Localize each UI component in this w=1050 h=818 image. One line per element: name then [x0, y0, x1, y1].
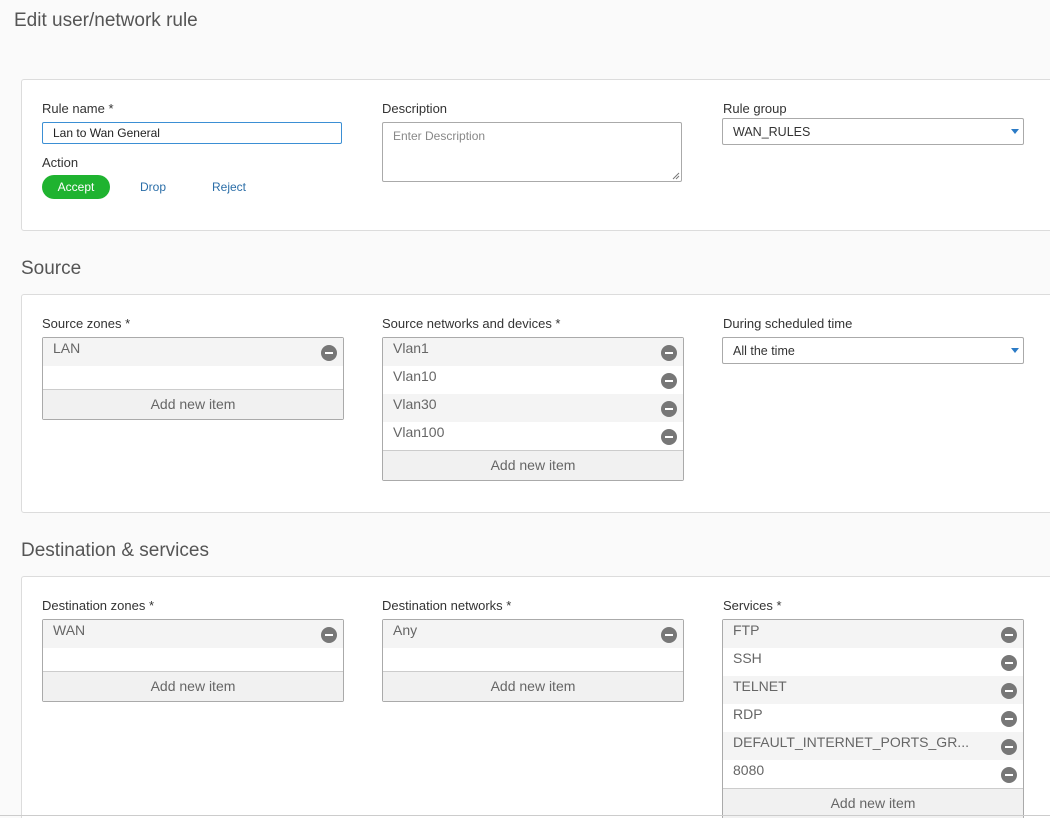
list-item: TELNET — [723, 676, 1023, 704]
remove-icon[interactable] — [1001, 655, 1017, 671]
rule-name-input[interactable]: Lan to Wan General — [42, 122, 342, 144]
page-title: Edit user/network rule — [14, 10, 198, 31]
list-item-label: WAN — [53, 622, 86, 638]
remove-icon[interactable] — [1001, 711, 1017, 727]
source-zones-label: Source zones * — [42, 316, 131, 331]
list-item: LAN — [43, 338, 343, 366]
schedule-value: All the time — [733, 344, 795, 358]
add-new-item-button[interactable]: Add new item — [723, 788, 1023, 818]
description-label: Description — [382, 101, 448, 116]
add-new-item-button[interactable]: Add new item — [383, 450, 683, 480]
list-empty-row — [43, 648, 343, 671]
description-placeholder: Enter Description — [393, 129, 486, 143]
remove-icon[interactable] — [321, 627, 337, 643]
list-empty-row — [43, 366, 343, 389]
remove-icon[interactable] — [661, 345, 677, 361]
rule-group-label: Rule group — [723, 101, 787, 116]
action-reject-button[interactable]: Reject — [201, 175, 257, 199]
resize-grip-icon[interactable] — [672, 172, 680, 180]
source-section-title: Source — [21, 258, 82, 279]
list-item: Vlan100 — [383, 422, 683, 450]
rule-group-select[interactable]: WAN_RULES — [722, 118, 1024, 145]
list-item-label: SSH — [733, 650, 762, 666]
add-new-item-button[interactable]: Add new item — [43, 389, 343, 419]
remove-icon[interactable] — [661, 627, 677, 643]
schedule-label: During scheduled time — [723, 316, 853, 331]
list-item: DEFAULT_INTERNET_PORTS_GR... — [723, 732, 1023, 760]
destination-networks-label: Destination networks * — [382, 598, 512, 613]
remove-icon[interactable] — [661, 401, 677, 417]
list-item: SSH — [723, 648, 1023, 676]
list-empty-row — [383, 648, 683, 671]
rule-name-label: Rule name * — [42, 101, 114, 116]
remove-icon[interactable] — [1001, 627, 1017, 643]
destination-zones-label: Destination zones * — [42, 598, 155, 613]
source-networks-list: Vlan1 Vlan10 Vlan30 Vlan100 Add new item — [382, 337, 684, 481]
list-item-label: Vlan1 — [393, 340, 429, 356]
remove-icon[interactable] — [1001, 739, 1017, 755]
list-item: Any — [383, 620, 683, 648]
bottom-divider — [0, 815, 1050, 816]
source-networks-label: Source networks and devices * — [382, 316, 561, 331]
services-label: Services * — [723, 598, 782, 613]
remove-icon[interactable] — [661, 429, 677, 445]
remove-icon[interactable] — [1001, 767, 1017, 783]
services-list: FTP SSH TELNET RDP DEFAULT_INTERNET_PORT… — [722, 619, 1024, 818]
list-item-label: DEFAULT_INTERNET_PORTS_GR... — [733, 734, 969, 750]
list-item: Vlan10 — [383, 366, 683, 394]
add-new-item-button[interactable]: Add new item — [43, 671, 343, 701]
list-item: FTP — [723, 620, 1023, 648]
list-item-label: LAN — [53, 340, 81, 356]
action-accept-button[interactable]: Accept — [42, 175, 110, 199]
list-item-label: RDP — [733, 706, 763, 722]
list-item-label: Vlan30 — [393, 396, 437, 412]
chevron-down-icon — [1011, 348, 1019, 353]
destination-networks-list: Any Add new item — [382, 619, 684, 702]
source-zones-list: LAN Add new item — [42, 337, 344, 420]
add-new-item-button[interactable]: Add new item — [383, 671, 683, 701]
action-drop-button[interactable]: Drop — [128, 175, 178, 199]
destination-zones-list: WAN Add new item — [42, 619, 344, 702]
list-item-label: Any — [393, 622, 418, 638]
action-label: Action — [42, 155, 79, 170]
remove-icon[interactable] — [1001, 683, 1017, 699]
list-item-label: Vlan10 — [393, 368, 437, 384]
destination-section-title: Destination & services — [21, 540, 209, 561]
list-item-label: 8080 — [733, 762, 765, 778]
list-item: Vlan30 — [383, 394, 683, 422]
schedule-select[interactable]: All the time — [722, 337, 1024, 364]
list-item-label: Vlan100 — [393, 424, 445, 440]
list-item-label: TELNET — [733, 678, 787, 694]
rule-group-value: WAN_RULES — [733, 125, 811, 139]
list-item: Vlan1 — [383, 338, 683, 366]
list-item: 8080 — [723, 760, 1023, 788]
description-textarea[interactable]: Enter Description — [382, 122, 682, 182]
chevron-down-icon — [1011, 129, 1019, 134]
remove-icon[interactable] — [661, 373, 677, 389]
list-item-label: FTP — [733, 622, 760, 638]
remove-icon[interactable] — [321, 345, 337, 361]
list-item: WAN — [43, 620, 343, 648]
list-item: RDP — [723, 704, 1023, 732]
